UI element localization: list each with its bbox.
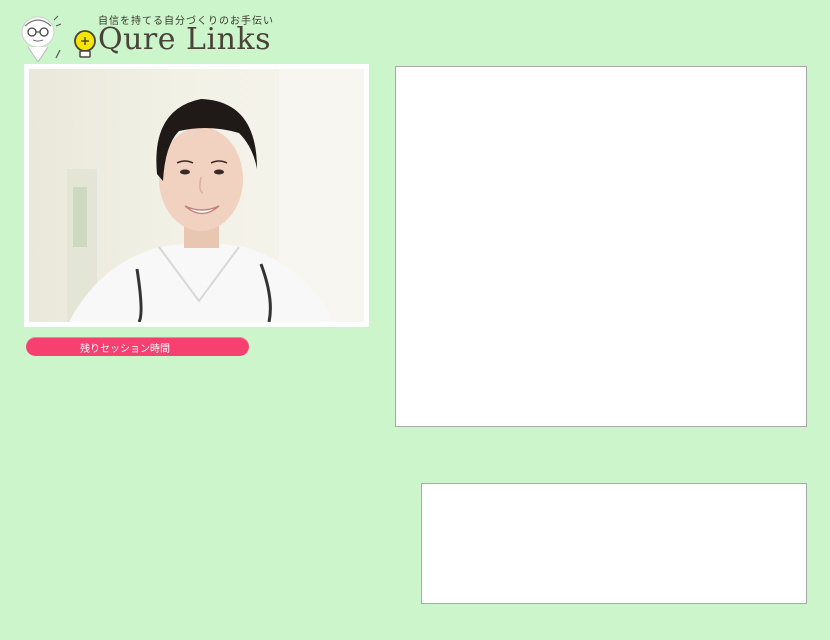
counselor-photo-image (67, 69, 364, 322)
counselor-photo-frame (24, 64, 369, 327)
page: 自信を持てる自分づくりのお手伝い Qure Links 残りセッション時間 (0, 0, 830, 640)
session-time-bar: 残りセッション時間 (26, 337, 249, 356)
doctor-mascot-icon (21, 15, 62, 62)
counselor-photo (29, 69, 364, 322)
site-title: Qure Links (98, 22, 271, 57)
lightbulb-icon (74, 30, 96, 58)
site-logo[interactable]: 自信を持てる自分づくりのお手伝い Qure Links (18, 12, 308, 64)
session-time-label: 残りセッション時間 (80, 344, 170, 355)
main-content-panel[interactable] (395, 66, 807, 427)
secondary-content-panel[interactable] (421, 483, 807, 604)
